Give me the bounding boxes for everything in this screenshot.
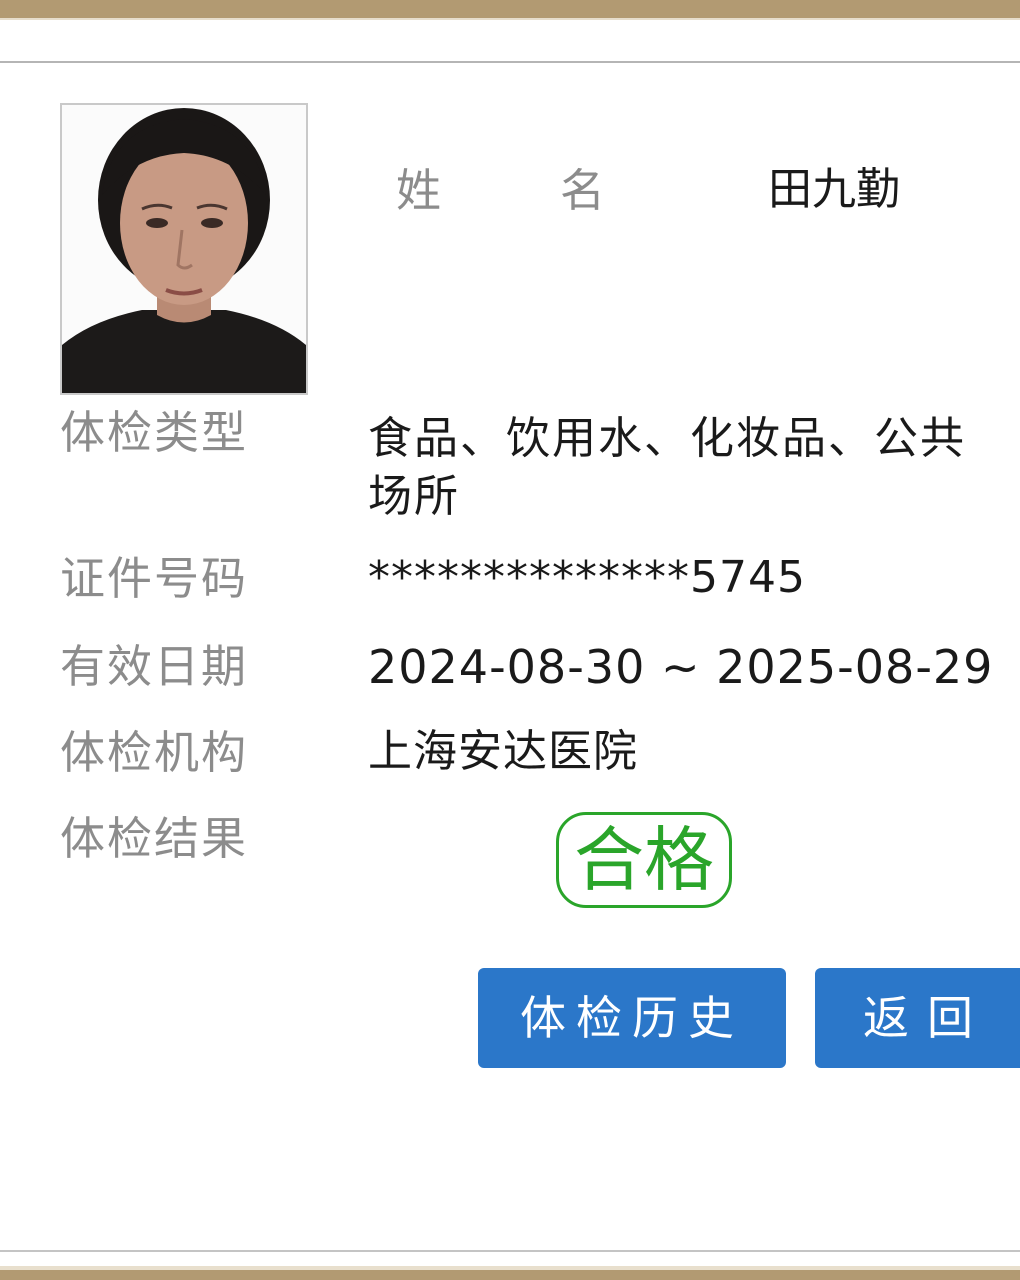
name-label-part2: 名 [560,164,608,217]
valid-date-value: 2024-08-30 ~ 2025-08-29 [368,640,994,694]
pass-stamp: 合格 [556,812,732,908]
top-frame-inner-line [0,18,1020,20]
person-name: 田九勤 [768,164,900,215]
back-button[interactable]: 返回 [815,968,1020,1068]
exam-type-value: 食品、饮用水、化妆品、公共场所 [368,413,966,522]
id-number-value: **************5745 [368,552,806,603]
exam-org-label: 体检机构 [60,726,249,779]
exam-history-button[interactable]: 体检历史 [478,968,786,1068]
footer-divider [0,1250,1020,1252]
name-label-part1: 姓 [396,164,444,217]
id-number-label: 证件号码 [60,552,249,605]
exam-result-label: 体检结果 [60,812,249,865]
bottom-frame-border [0,1270,1020,1280]
exam-type-label: 体检类型 [60,406,249,459]
valid-date-label: 有效日期 [60,640,249,693]
header-divider [0,61,1020,63]
exam-org-value: 上海安达医院 [368,726,638,777]
portrait-photo [60,103,308,395]
top-frame-border [0,0,1020,18]
